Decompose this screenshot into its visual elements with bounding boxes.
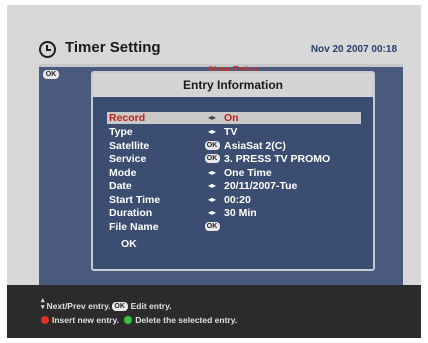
field-date[interactable]: Date ◂▸ 20/11/2007-Tue: [107, 180, 361, 192]
left-right-arrows-icon: ◂▸: [207, 181, 217, 190]
field-value: On: [224, 112, 239, 124]
help-line-navigation: ▴ ▾ Next/Prev entry. OK Edit entry.: [41, 297, 172, 312]
left-right-arrows-icon: ◂▸: [207, 127, 217, 136]
ok-icon: OK: [204, 154, 220, 163]
help-line-actions: Insert new entry. Delete the selected en…: [41, 315, 237, 325]
tv-screen: Timer Setting Nov 20 2007 00:18 OK New E…: [7, 5, 421, 338]
up-down-arrows-icon: ▴ ▾: [41, 297, 45, 311]
help-edit-entry: Edit entry.: [130, 301, 172, 311]
ok-icon: OK: [111, 302, 128, 312]
left-right-arrows-icon: ◂▸: [207, 113, 217, 122]
left-right-arrows-icon: ◂▸: [207, 195, 217, 204]
red-button-icon: [41, 316, 49, 324]
help-footer: ▴ ▾ Next/Prev entry. OK Edit entry. Insert n…: [7, 285, 421, 338]
ok-button[interactable]: OK: [121, 238, 137, 250]
field-label: Mode: [109, 167, 137, 179]
left-right-arrows-icon: ◂▸: [207, 208, 217, 217]
field-label: Record: [109, 112, 146, 124]
field-value: 30 Min: [224, 207, 257, 219]
dialog-header: Entry Information: [93, 73, 373, 97]
field-value: 00:20: [224, 194, 251, 206]
field-value: 20/11/2007-Tue: [224, 180, 298, 192]
page-title: Timer Setting: [65, 39, 161, 56]
field-start-time[interactable]: Start Time ◂▸ 00:20: [107, 194, 361, 206]
ok-icon: OK: [43, 70, 59, 79]
field-type[interactable]: Type ◂▸ TV: [107, 126, 361, 138]
field-label: Service: [109, 153, 147, 165]
field-satellite[interactable]: Satellite OK AsiaSat 2(C): [107, 140, 361, 152]
field-value: AsiaSat 2(C): [224, 140, 286, 152]
field-label: Type: [109, 126, 133, 138]
clock-icon: [39, 41, 56, 58]
field-record[interactable]: Record ◂▸ On: [107, 112, 361, 124]
field-value: 3. PRESS TV PROMO: [224, 153, 331, 165]
left-right-arrows-icon: ◂▸: [207, 168, 217, 177]
help-delete-entry: Delete the selected entry.: [135, 315, 238, 325]
entry-information-dialog: Entry Information Record ◂▸ On Type ◂▸ T…: [91, 71, 375, 271]
field-value: One Time: [224, 167, 272, 179]
field-label: Duration: [109, 207, 153, 219]
dialog-title: Entry Information: [182, 78, 283, 92]
field-file-name[interactable]: File Name OK: [107, 221, 361, 233]
field-value: TV: [224, 126, 238, 138]
field-label: Satellite: [109, 140, 150, 152]
field-duration[interactable]: Duration ◂▸ 30 Min: [107, 207, 361, 219]
green-button-icon: [124, 316, 133, 324]
ok-icon: OK: [204, 141, 220, 150]
field-label: Date: [109, 180, 132, 192]
ok-icon: OK: [204, 222, 220, 231]
field-label: Start Time: [109, 194, 161, 206]
header: Timer Setting Nov 20 2007 00:18: [37, 36, 397, 64]
datetime: Nov 20 2007 00:18: [310, 44, 397, 55]
field-label: File Name: [109, 221, 159, 233]
field-service[interactable]: Service OK 3. PRESS TV PROMO: [107, 153, 361, 165]
help-next-prev: Next/Prev entry.: [46, 301, 111, 311]
field-mode[interactable]: Mode ◂▸ One Time: [107, 167, 361, 179]
list-header-peek: New Entry: [209, 65, 258, 71]
help-insert-entry: Insert new entry.: [52, 315, 119, 325]
